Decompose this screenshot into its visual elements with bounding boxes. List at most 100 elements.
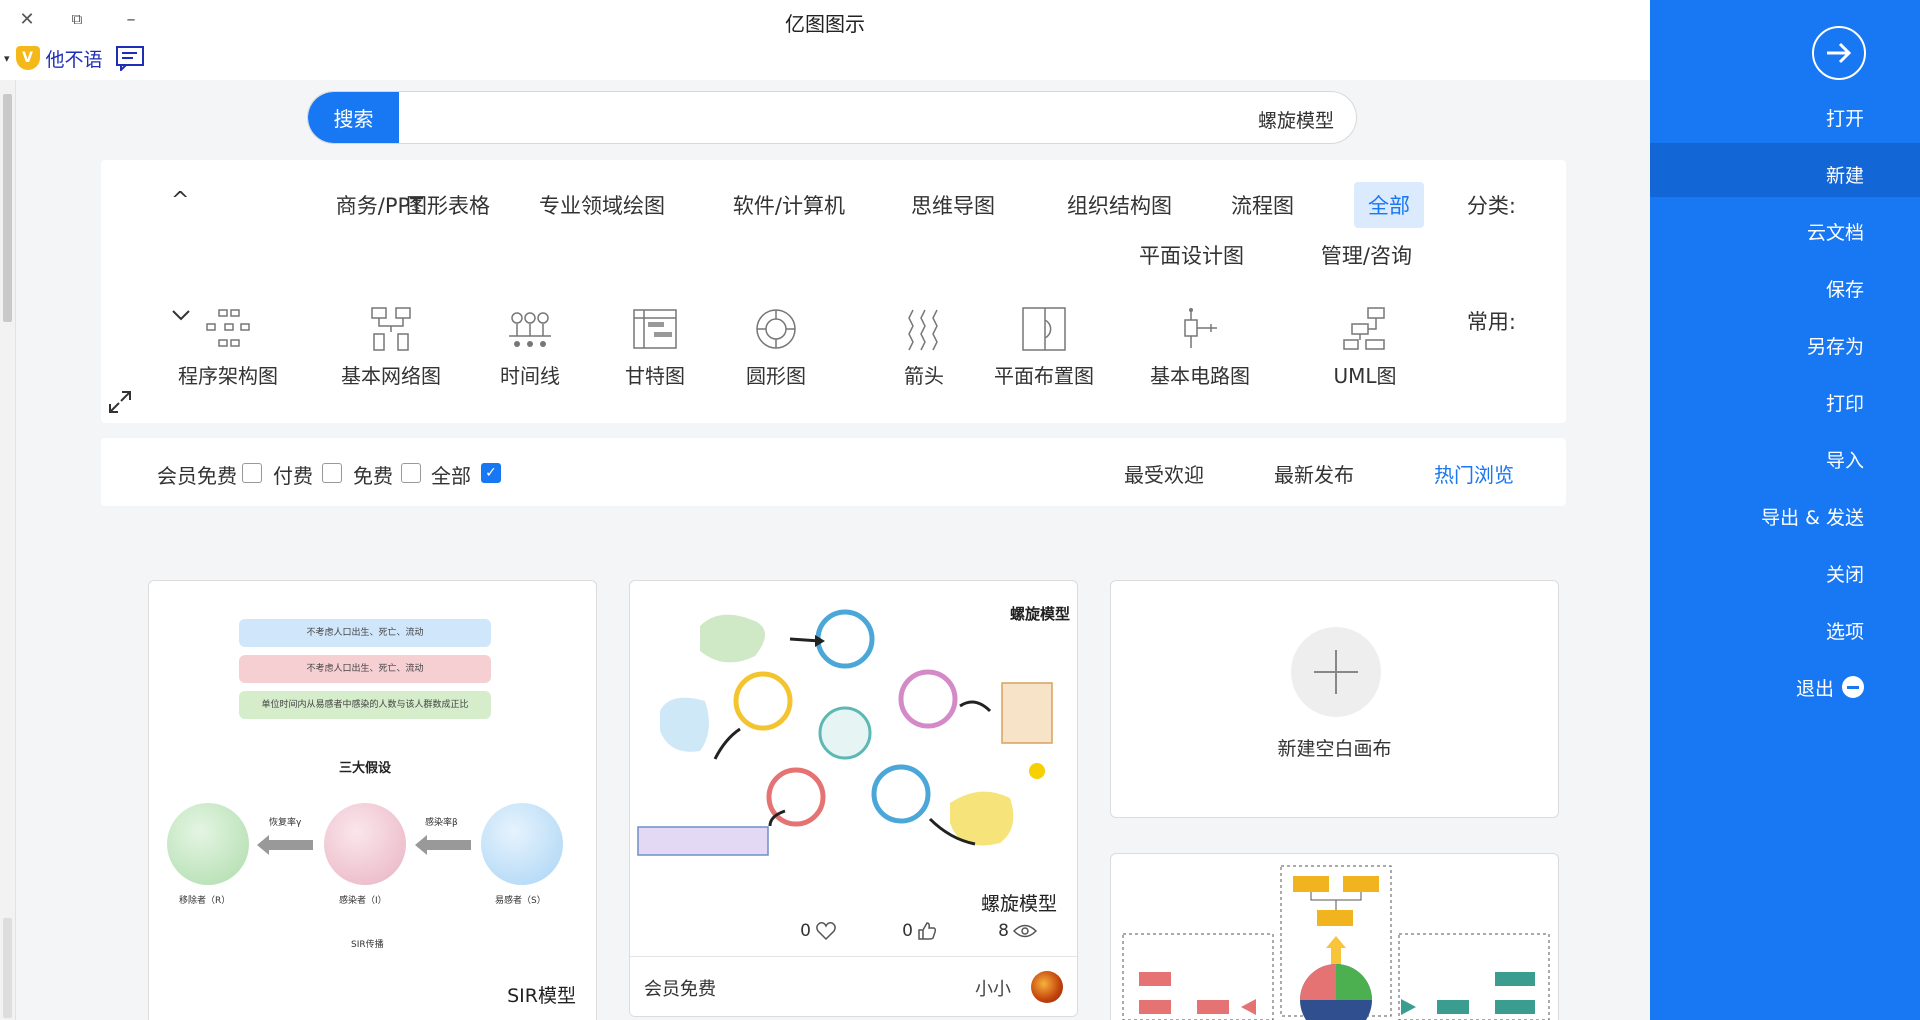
category-mind-map[interactable]: 思维导图 [911,190,995,220]
category-professional[interactable]: 专业领域绘图 [539,190,665,220]
spiral-model-thumbnail: 螺旋模型 [637,605,1070,856]
filter-paid-label: 付费 [273,464,313,488]
sort-hot[interactable]: 热门浏览 [1434,459,1514,488]
sidebar-item-print[interactable]: 打印 [1826,389,1864,416]
category-panel: 分类: 全部 流程图 组织结构图 思维导图 软件/计算机 专业领域绘图 图形表格… [101,160,1566,423]
backstage-sidebar: 打开 新建 云文档 保存 另存为 打印 导入 导出 & 发送 关闭 选项 退出 [1650,0,1920,1020]
floorplan-icon [1022,307,1066,351]
views-count: 8 [998,921,1037,941]
fullscreen-expand-icon[interactable] [107,389,133,415]
common-label: 常用: [1466,310,1516,334]
sidebar-item-options[interactable]: 选项 [1826,617,1864,644]
sidebar-item-open[interactable]: 打开 [1826,104,1864,131]
filter-member-free-checkbox[interactable] [242,463,262,483]
category-business-ppt[interactable]: 商务/PPT [336,190,423,220]
filter-all-checkbox[interactable]: ✓ [481,463,501,483]
sort-popular[interactable]: 最受欢迎 [1124,459,1204,488]
sidebar-active-highlight [1650,143,1920,197]
template-card-flowchart[interactable] [1110,853,1559,1020]
common-item-label: 甘特图 [625,364,685,388]
sir-assumption-2: 不考虑人口出生、死亡、流动 [239,655,491,683]
sidebar-item-new[interactable]: 新建 [1826,161,1864,188]
user-name[interactable]: 他不语 [46,45,103,72]
chevron-down-icon: ▾ [4,51,10,65]
template-card-spiral[interactable]: 螺旋模型 螺旋模型 8 0 0 会员免费 小小 [629,580,1078,1017]
category-flowchart[interactable]: 流程图 [1231,190,1294,220]
search-bar[interactable]: 搜索 螺旋模型 [307,91,1357,144]
app-title: 亿图图示 [785,12,865,36]
common-item-gantt[interactable]: 甘特图 [595,306,715,389]
sir-heading: 三大假设 [339,761,392,776]
common-item-network[interactable]: 基本网络图 [331,306,451,389]
exit-icon [1842,676,1864,698]
filter-free-checkbox[interactable] [401,463,421,483]
template-title[interactable]: SIR模型 [507,981,576,1008]
template-title[interactable]: 螺旋模型 [981,889,1057,916]
category-management[interactable]: 管理/咨询 [1321,240,1412,270]
common-item-label: 圆形图 [746,364,806,388]
views-value: 8 [998,921,1009,941]
price-label: 会员免费 [644,979,716,1000]
filter-bar: 热门浏览 最新发布 最受欢迎 ✓ 全部 免费 付费 会员免费 [101,438,1566,506]
sort-newest[interactable]: 最新发布 [1274,459,1354,488]
sidebar-item-exit[interactable]: 退出 [1796,674,1864,701]
category-software[interactable]: 软件/计算机 [733,190,845,220]
collapse-chevron-icon[interactable]: ^ [171,188,189,213]
sidebar-item-close[interactable]: 关闭 [1826,560,1864,587]
search-input[interactable]: 螺旋模型 [1258,106,1334,133]
sir-label-susceptible: 易感者（S） [495,896,546,906]
new-blank-canvas-label: 新建空白画布 [1277,738,1392,760]
sidebar-item-save-as[interactable]: 另存为 [1807,332,1864,359]
sir-assumption-3: 单位时间内从易感者中感染的人数与该人群数成正比 [239,691,491,719]
scrollbar-track-marker [3,918,12,1018]
scrollbar-thumb[interactable] [3,94,12,322]
sir-arrows [257,835,471,855]
sir-arrow-label-beta: 感染率β [425,818,458,828]
card-footer: 会员免费 小小 [630,956,1077,1016]
common-item-circuit[interactable]: 基本电路图 [1140,306,1260,389]
back-button[interactable] [1812,26,1866,80]
thumbs-up-icon [918,922,937,940]
message-icon[interactable] [115,45,145,71]
common-item-floorplan[interactable]: 平面布置图 [984,306,1104,389]
favorites-value: 0 [800,921,811,941]
new-blank-canvas-card[interactable]: 新建空白画布 [1110,580,1559,818]
uml-icon [1343,307,1385,350]
sir-arrow-label-gamma: 恢复率γ [269,818,302,828]
common-item-label: UML图 [1333,364,1397,388]
common-item-label: 箭头 [904,364,944,388]
category-all[interactable]: 全部 [1354,182,1424,228]
favorites-count[interactable]: 0 [800,921,837,941]
sidebar-item-import[interactable]: 导入 [1826,446,1864,473]
search-button[interactable]: 搜索 [308,92,399,143]
timeline-icon [509,312,551,347]
common-item-label: 基本电路图 [1150,364,1250,388]
template-card-sir[interactable]: 不考虑人口出生、死亡、流动 不考虑人口出生、死亡、流动 单位时间内从易感者中感染… [148,580,597,1020]
heart-icon [816,922,836,941]
common-item-label: 平面布置图 [994,364,1094,388]
svg-text:螺旋模型: 螺旋模型 [1010,605,1070,623]
gantt-icon [633,309,677,349]
category-graphic-design[interactable]: 平面设计图 [1139,240,1244,270]
sir-label-recovered: 移除者（R） [179,896,231,906]
author-avatar[interactable] [1031,971,1063,1003]
sir-footer: SIR传播 [351,940,384,950]
network-icon [371,307,411,351]
vertical-scrollbar[interactable] [0,80,16,1020]
author-name[interactable]: 小小 [975,975,1011,1001]
common-item-timeline[interactable]: 时间线 [470,306,590,389]
common-item-architecture[interactable]: 程序架构图 [168,306,288,389]
common-item-arrow[interactable]: 箭头 [864,306,984,389]
sidebar-item-export-send[interactable]: 导出 & 发送 [1761,503,1864,530]
user-menu[interactable]: ▾ V 他不语 [4,44,145,72]
common-item-uml[interactable]: UML图 [1305,306,1425,389]
arrow-shape-icon [908,309,938,351]
vip-badge-icon: V [15,46,40,70]
sidebar-item-save[interactable]: 保存 [1826,275,1864,302]
likes-count[interactable]: 0 [902,921,937,941]
filter-paid-checkbox[interactable] [322,463,342,483]
category-org-chart[interactable]: 组织结构图 [1067,190,1172,220]
common-item-circular[interactable]: 圆形图 [716,306,836,389]
sidebar-item-cloud-docs[interactable]: 云文档 [1807,218,1864,245]
filter-free-label: 免费 [353,464,393,488]
